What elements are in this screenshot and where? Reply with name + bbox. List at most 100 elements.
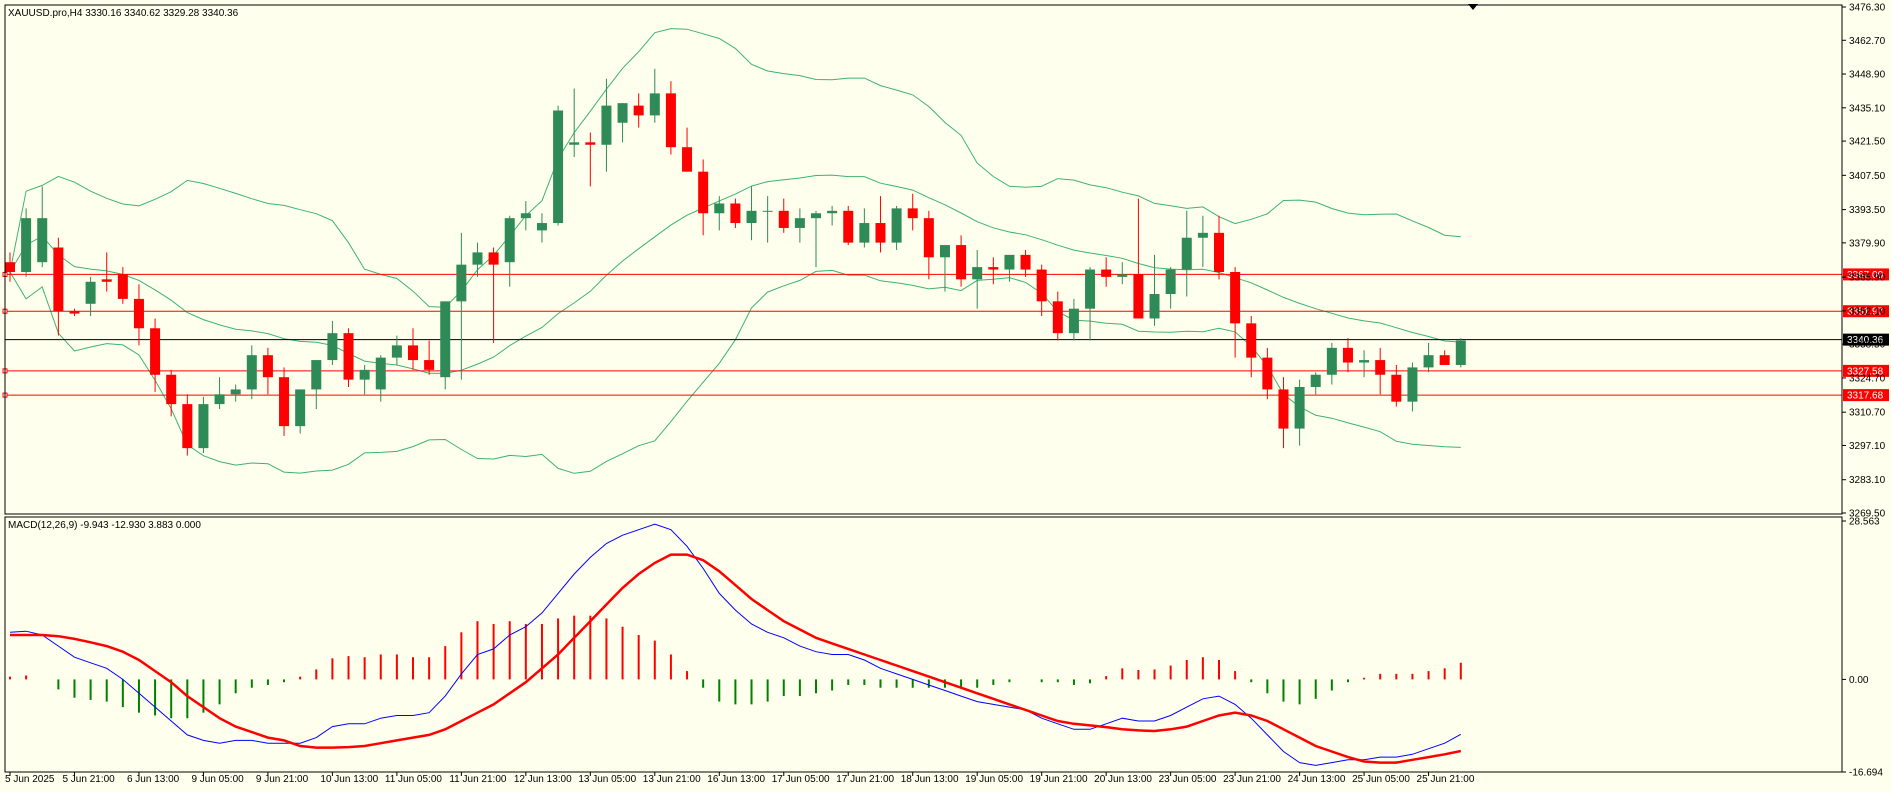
- candle-body: [794, 218, 805, 228]
- x-tick-label: 6 Jun 13:00: [127, 774, 180, 785]
- candle-body: [875, 223, 886, 243]
- candle-body: [1181, 237, 1192, 270]
- candle-body: [1068, 308, 1079, 334]
- candle-body: [778, 210, 789, 228]
- x-tick-label: 5 Jun 21:00: [62, 774, 115, 785]
- x-tick-label: 25 Jun 05:00: [1352, 774, 1410, 785]
- candle-body: [1326, 347, 1337, 375]
- candle-body: [956, 245, 967, 280]
- x-tick-label: 25 Jun 21:00: [1417, 774, 1475, 785]
- candle-body: [536, 223, 547, 231]
- candle-body: [1230, 271, 1241, 324]
- candle-body: [5, 262, 15, 272]
- y-tick-label: 3324.70: [1849, 373, 1886, 384]
- y-tick-label: 3310.70: [1849, 408, 1886, 419]
- candle-body: [891, 208, 902, 243]
- candle-body: [311, 360, 322, 390]
- candle-body: [391, 345, 402, 358]
- x-tick-label: 19 Jun 05:00: [965, 774, 1023, 785]
- x-tick-label: 20 Jun 13:00: [1094, 774, 1152, 785]
- candle-body: [1246, 323, 1257, 358]
- x-tick-label: 13 Jun 21:00: [643, 774, 701, 785]
- candle-body: [1375, 360, 1386, 375]
- candle-body: [585, 142, 596, 145]
- candle-body: [85, 281, 96, 304]
- candle-body: [504, 218, 515, 263]
- candle-body: [859, 223, 870, 243]
- level-price-label: 3317.68: [1847, 391, 1884, 402]
- x-tick-label: 10 Jun 13:00: [320, 774, 378, 785]
- x-tick-label: 9 Jun 21:00: [256, 774, 309, 785]
- y-tick-label: 3421.50: [1849, 137, 1886, 148]
- candle-body: [343, 333, 354, 380]
- candle-body: [649, 93, 660, 116]
- candle-body: [665, 93, 676, 148]
- candle-body: [1439, 355, 1450, 365]
- candle-body: [1052, 301, 1063, 334]
- chart-canvas[interactable]: 3367.003351.973327.583317.683340.36 3476…: [0, 0, 1891, 792]
- candle-body: [1101, 269, 1112, 277]
- candle-body: [698, 171, 709, 214]
- y-tick-label: 3435.10: [1849, 103, 1886, 114]
- x-tick-label: 11 Jun 21:00: [449, 774, 507, 785]
- y-tick-label: 3379.90: [1849, 238, 1886, 249]
- candle-body: [488, 252, 499, 265]
- macd-y-tick-label: -16.694: [1849, 768, 1883, 779]
- candle-body: [714, 203, 725, 214]
- candle-body: [69, 311, 80, 314]
- y-tick-label: 3338.50: [1849, 340, 1886, 351]
- x-tick-label: 17 Jun 21:00: [836, 774, 894, 785]
- x-tick-label: 13 Jun 05:00: [578, 774, 636, 785]
- candle-body: [939, 245, 950, 258]
- candle-body: [198, 404, 209, 449]
- x-tick-label: 23 Jun 05:00: [1159, 774, 1217, 785]
- candle-body: [1133, 274, 1144, 319]
- candle-body: [1278, 389, 1289, 429]
- y-tick-label: 3297.10: [1849, 441, 1886, 452]
- candle-body: [1342, 347, 1353, 363]
- y-tick-label: 3393.50: [1849, 205, 1886, 216]
- candle-body: [440, 301, 451, 378]
- x-tick-label: 9 Jun 05:00: [191, 774, 244, 785]
- macd-y-tick-label: 0.00: [1849, 675, 1869, 686]
- macd-y-tick-label: 28.563: [1849, 517, 1880, 528]
- candle-body: [1455, 340, 1466, 365]
- candle-body: [569, 142, 580, 145]
- y-tick-label: 3283.10: [1849, 475, 1886, 486]
- candle-body: [1214, 232, 1224, 272]
- candle-body: [1165, 269, 1176, 295]
- candle-body: [1310, 374, 1321, 387]
- candle-body: [1407, 367, 1418, 402]
- y-tick-label: 3407.50: [1849, 171, 1886, 182]
- candle-body: [101, 279, 112, 282]
- y-tick-label: 3462.70: [1849, 36, 1886, 47]
- y-tick-label: 3448.90: [1849, 70, 1886, 81]
- candle-body: [923, 218, 934, 258]
- candle-body: [21, 218, 32, 272]
- candle-body: [133, 298, 144, 329]
- candle-body: [424, 360, 435, 370]
- candle-body: [472, 252, 483, 265]
- candle-body: [1085, 269, 1096, 309]
- candle-body: [53, 247, 64, 312]
- candle-body: [1036, 269, 1047, 302]
- candle-body: [682, 147, 693, 172]
- candle-body: [1197, 232, 1208, 238]
- candle-body: [214, 394, 225, 405]
- candle-body: [1262, 357, 1273, 390]
- trading-chart[interactable]: 3367.00 3351.97 3327.58 3317.68 3340.36 3476…: [0, 0, 1891, 792]
- x-tick-label: 17 Jun 05:00: [772, 774, 830, 785]
- candle-body: [1020, 254, 1031, 270]
- candle-body: [166, 374, 177, 405]
- candle-body: [617, 103, 628, 123]
- candle-body: [182, 404, 193, 449]
- candle-body: [327, 333, 338, 361]
- candle-body: [907, 208, 918, 219]
- x-tick-label: 11 Jun 05:00: [385, 774, 443, 785]
- y-tick-label: 3352.10: [1849, 306, 1886, 317]
- candle-body: [230, 389, 241, 395]
- candle-body: [37, 218, 48, 263]
- candle-body: [811, 213, 821, 219]
- candle-body: [295, 389, 306, 427]
- x-tick-label: 18 Jun 13:00: [901, 774, 959, 785]
